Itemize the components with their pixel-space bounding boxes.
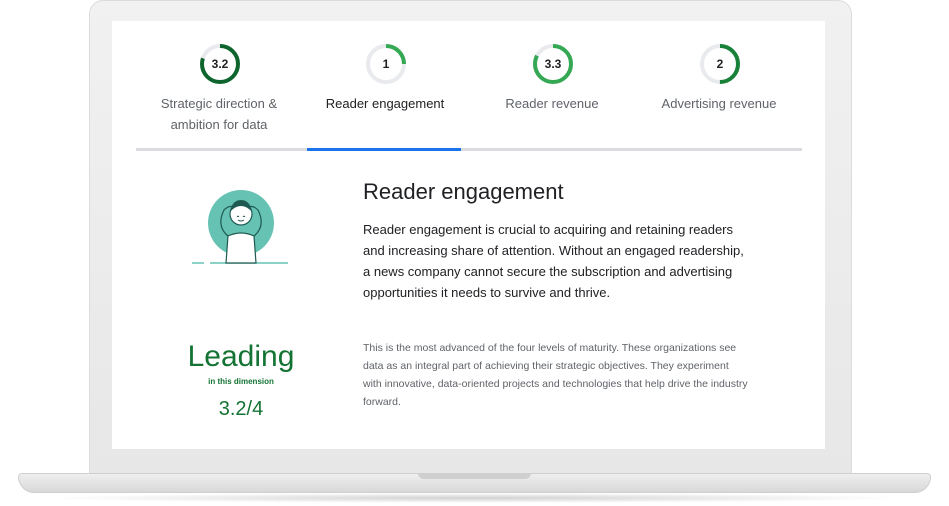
maturity-level: Leading	[187, 340, 295, 373]
laptop-shadow	[40, 493, 910, 503]
tab-divider	[136, 148, 802, 151]
tab-label: Advertising revenue	[661, 96, 777, 111]
score-ring: 1	[365, 43, 407, 85]
score-ring: 2	[699, 43, 741, 85]
tab-label: Reader revenue	[505, 96, 599, 111]
section-description: Reader engagement is crucial to acquirin…	[363, 222, 744, 300]
maturity-score: 3.2/4	[218, 398, 264, 420]
maturity-subtitle: in this dimension	[208, 377, 274, 386]
reader-relaxing-illustration	[192, 188, 290, 268]
score-value: 2	[716, 57, 724, 71]
score-value: 3.2	[211, 57, 229, 71]
tab-strategic-direction[interactable]: 3.2 Strategic direction & ambition for d…	[136, 21, 302, 149]
maturity-description: This is the most advanced of the four le…	[363, 342, 748, 408]
tab-reader-engagement[interactable]: 1 Reader engagement	[302, 21, 468, 149]
score-value: 1	[382, 57, 390, 71]
score-ring: 3.3	[532, 43, 574, 85]
tab-reader-revenue[interactable]: 3.3 Reader revenue	[469, 21, 635, 149]
section-title: Reader engagement	[363, 179, 564, 204]
score-ring: 3.2	[199, 43, 241, 85]
tab-advertising-revenue[interactable]: 2 Advertising revenue	[636, 21, 802, 149]
active-tab-indicator	[307, 148, 461, 151]
tab-label: Strategic direction & ambition for data	[160, 96, 278, 132]
dimension-tabs: 3.2 Strategic direction & ambition for d…	[136, 21, 802, 152]
screen: 3.2 Strategic direction & ambition for d…	[112, 21, 825, 449]
score-value: 3.3	[544, 57, 562, 71]
laptop-notch	[418, 473, 531, 479]
tab-label: Reader engagement	[325, 96, 445, 111]
